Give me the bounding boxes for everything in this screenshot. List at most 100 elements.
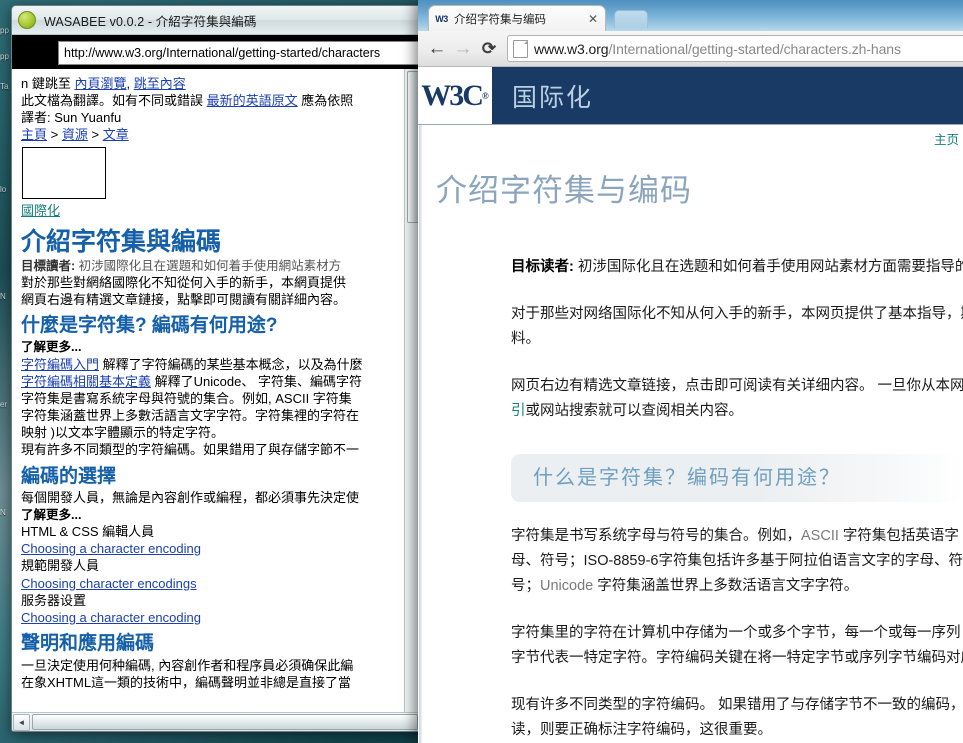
charset-paragraph-4: 現有許多不同類型的字符編碼。如果錯用了與存儲字節不一 bbox=[21, 442, 360, 458]
breadcrumb: 主頁 > 資源 > 文章 bbox=[21, 126, 421, 143]
missing-image-placeholder bbox=[22, 146, 106, 199]
link-anchor[interactable]: Choosing a character encoding bbox=[21, 541, 201, 556]
link-choosing-a-character-encoding-1[interactable]: Choosing a character encoding bbox=[21, 540, 421, 557]
link-encoding-definitions[interactable]: 字符編碼相關基本定義 bbox=[21, 374, 151, 389]
wasabee-title-bar[interactable]: WASABEE v0.0.2 - 介紹字符集與編碼 bbox=[12, 6, 421, 35]
charset-paragraph-1: 字符集是書寫系統字母與符號的集合。例如, ASCII 字符集 bbox=[21, 390, 352, 406]
paragraph-line: 引或网站搜索就可以查阅相关内容。 bbox=[511, 399, 963, 424]
paragraph-line: 母、符号；ISO-8859-6字符集包括许多基于阿拉伯语言文字的字母、符 bbox=[511, 553, 963, 570]
wasabee-url-field[interactable]: http://www.w3.org/International/getting-… bbox=[58, 41, 421, 65]
browser-tab[interactable]: W3 介绍字符集与编码 ✕ bbox=[428, 5, 606, 31]
audience-line: 目标读者: 初涉国际化且在选题和如何着手使用网站素材方面需要指导的人员。 bbox=[511, 255, 963, 280]
skip-nav-line: n 鍵跳至 內頁瀏覽, 跳至內容 bbox=[21, 75, 421, 92]
w3c-banner-title: 国际化 bbox=[512, 84, 594, 112]
paragraph-line: 现有许多不同类型的字符编码。 如果错用了与存储字节不一致的编码， 约 bbox=[511, 696, 963, 713]
chrome-tab-strip: W3 介绍字符集与编码 ✕ bbox=[418, 0, 963, 31]
encoding-types-paragraph: 现有许多不同类型的字符编码。 如果错用了与存储字节不一致的编码， 约 读，则要正… bbox=[511, 693, 963, 743]
audience-label: 目標讀者: bbox=[21, 258, 76, 273]
intro-paragraph-2: 網頁右邊有精選文章鏈接，點擊即可閱讀有關詳細內容。 bbox=[21, 292, 347, 308]
intro-paragraph-1: 对于那些对网络国际化不知从何入手的新手，本网页提供了基本指导，期望 料。 bbox=[511, 302, 963, 352]
section-heading-charsets: 什麼是字符集? 編碼有何用途? bbox=[21, 315, 278, 337]
wasabee-horizontal-scrollbar[interactable]: ◄ bbox=[12, 712, 421, 731]
page-main-column: 目标读者: 初涉国际化且在选题和如何着手使用网站素材方面需要指导的人员。 对于那… bbox=[436, 255, 963, 743]
wasabee-content-area: n 鍵跳至 內頁瀏覽, 跳至內容 此文檔為翻譯。如有不同或錯誤 最新的英語原文 … bbox=[12, 69, 421, 712]
forward-button-icon[interactable]: → bbox=[450, 36, 476, 62]
wasabee-rendered-page: n 鍵跳至 內頁瀏覽, 跳至內容 此文檔為翻譯。如有不同或錯誤 最新的英語原文 … bbox=[12, 69, 421, 691]
page-title: 介紹字符集與編碼 bbox=[21, 227, 222, 256]
charset-paragraph-2: 字符集涵蓋世界上多數活語言文字字符。字符集裡的字符在 bbox=[21, 408, 360, 424]
url-host: www.w3.org bbox=[534, 40, 609, 57]
w3c-logo[interactable]: W3C ® bbox=[418, 67, 492, 124]
chrome-page-viewport: W3C ® 国际化 主页 介绍字符集与编码 目标读者: 初涉国际化且在选题和如何着… bbox=[418, 67, 963, 743]
wasabee-horizontal-scroll-thumb[interactable] bbox=[32, 714, 418, 730]
intro-paragraph-1: 對於那些對網絡國際化不知從何入手的新手，本網頁提供 bbox=[21, 275, 347, 291]
browser-tab-title: 介绍字符集与编码 bbox=[454, 13, 546, 26]
paragraph-line: 读，则要正确标注字符编码，这很重要。 bbox=[511, 721, 772, 738]
translation-note-source-link[interactable]: 最新的英語原文 bbox=[207, 93, 298, 108]
term-unicode: Unicode bbox=[540, 577, 594, 594]
registered-mark-icon: ® bbox=[481, 90, 489, 101]
reload-button-icon[interactable]: ⟳ bbox=[476, 36, 502, 62]
paragraph-line: 对于那些对网络国际化不知从何入手的新手，本网页提供了基本指导，期望 bbox=[511, 305, 963, 322]
w3c-logo-text: W3C bbox=[421, 78, 484, 112]
breadcrumb-articles[interactable]: 文章 bbox=[103, 127, 129, 142]
nav-link-home[interactable]: 主页 bbox=[934, 129, 959, 148]
back-button-icon[interactable]: ← bbox=[424, 36, 450, 62]
learn-more-label-1: 了解更多... bbox=[21, 340, 82, 355]
page-document-icon bbox=[513, 39, 528, 58]
role-spec-developers: 規範開發人員 bbox=[21, 558, 100, 574]
paragraph-line: 网页右边有精选文章链接，点击即可阅读有关详细内容。 一旦你从本网页 bbox=[511, 377, 963, 394]
w3c-top-nav: 主页 bbox=[418, 125, 963, 151]
i18n-link-line: 國際化 bbox=[21, 202, 421, 219]
wasabee-toolbar[interactable]: http://www.w3.org/International/getting-… bbox=[12, 35, 421, 69]
new-tab-button[interactable] bbox=[614, 10, 648, 28]
breadcrumb-sep: > bbox=[50, 127, 59, 143]
choosing-paragraph: 每個開發人員，無論是內容創作或編程，都必須事先決定使 bbox=[21, 490, 360, 506]
audience-line: 目標讀者: 初涉國際化且在選題和如何着手使用網站素材方 bbox=[21, 258, 421, 275]
link-choosing-character-encodings[interactable]: Choosing character encodings bbox=[21, 575, 421, 592]
link-anchor[interactable]: Choosing character encodings bbox=[21, 576, 197, 591]
address-bar-url: www.w3.org/International/getting-started… bbox=[534, 41, 901, 57]
wasabee-window[interactable]: WASABEE v0.0.2 - 介紹字符集與編碼 http://www.w3.… bbox=[11, 5, 422, 732]
line-part: 字符集涵盖世界上多数活语言文字字符。 bbox=[597, 577, 859, 594]
declaring-paragraph-2: 在象XHTML這一類的技術中，編碼聲明並非總是直接了當 bbox=[21, 674, 352, 690]
link-choosing-a-character-encoding-2[interactable]: Choosing a character encoding bbox=[21, 609, 421, 626]
link-intro-to-character-encoding[interactable]: 字符編碼入門 bbox=[21, 357, 99, 372]
skip-nav-link-browse[interactable]: 內頁瀏覽 bbox=[74, 76, 126, 91]
i18n-link[interactable]: 國際化 bbox=[21, 203, 60, 218]
translation-note: 此文檔為翻譯。如有不同或錯誤 最新的英語原文 應為依照 bbox=[21, 92, 421, 109]
charset-paragraph-3: 映射 )以文本字體顯示的特定字符。 bbox=[21, 425, 224, 441]
paragraph-line: 字符集是书写系统字母与符号的集合。例如，ASCII 字符集包括英语字 bbox=[511, 524, 963, 549]
role-server-setup: 服务器设置 bbox=[21, 592, 87, 608]
audience-label: 目标读者: bbox=[511, 259, 574, 275]
translation-note-suffix: 應為依照 bbox=[301, 93, 354, 109]
wasabee-app-icon bbox=[18, 11, 36, 29]
scroll-left-arrow-icon[interactable]: ◄ bbox=[13, 713, 30, 731]
link-anchor[interactable]: Choosing a character encoding bbox=[21, 610, 201, 625]
chrome-toolbar: ← → ⟳ www.w3.org/International/getting-s… bbox=[418, 31, 963, 67]
link-index[interactable]: 引 bbox=[511, 403, 526, 419]
breadcrumb-home[interactable]: 主頁 bbox=[21, 127, 47, 142]
section-heading-choosing: 編碼的選擇 bbox=[21, 465, 117, 487]
audience-text: 初涉国际化且在选题和如何着手使用网站素材方面需要指导的人员。 bbox=[577, 259, 963, 275]
role-html-css-editors: HTML & CSS 編輯人員 bbox=[21, 524, 155, 540]
resource-line-definitions: 字符編碼相關基本定義 解釋了Unicode、 字符集、編碼字符 bbox=[21, 373, 421, 390]
paragraph-line: 料。 bbox=[511, 330, 540, 347]
section-heading-charsets: 什么是字符集？编码有何用途？ bbox=[511, 453, 963, 503]
paragraph-line-rest: 或网站搜索就可以查阅相关内容。 bbox=[525, 402, 744, 419]
storage-paragraph: 字符集里的字符在计算机中存储为一个或多个字节，每一个或每一序列 字节代表一特定字… bbox=[511, 621, 963, 671]
section-heading-declaring: 聲明和應用編碼 bbox=[21, 632, 155, 654]
breadcrumb-resources[interactable]: 資源 bbox=[62, 127, 88, 142]
close-tab-icon[interactable]: ✕ bbox=[586, 12, 600, 26]
w3c-page-content: 介绍字符集与编码 目标读者: 初涉国际化且在选题和如何着手使用网站素材方面需要指… bbox=[418, 151, 963, 743]
charset-paragraph: 字符集是书写系统字母与符号的集合。例如，ASCII 字符集包括英语字 母、符号；… bbox=[511, 524, 963, 599]
skip-nav-link-content[interactable]: 跳至內容 bbox=[134, 76, 186, 91]
audience-text: 初涉國際化且在選題和如何着手使用網站素材方 bbox=[78, 258, 342, 273]
translator-line: 譯者: Sun Yuanfu bbox=[21, 110, 122, 126]
address-bar[interactable]: www.w3.org/International/getting-started… bbox=[507, 35, 963, 62]
url-path: /International/getting-started/character… bbox=[608, 40, 901, 57]
chrome-browser-window[interactable]: W3 介绍字符集与编码 ✕ ← → ⟳ www.w3.org/Internati… bbox=[418, 0, 963, 743]
learn-more-label-2: 了解更多... bbox=[21, 507, 82, 522]
breadcrumb-sep: > bbox=[91, 127, 100, 143]
line-part: 字符集是书写系统字母与符号的集合。例如， bbox=[511, 528, 801, 545]
